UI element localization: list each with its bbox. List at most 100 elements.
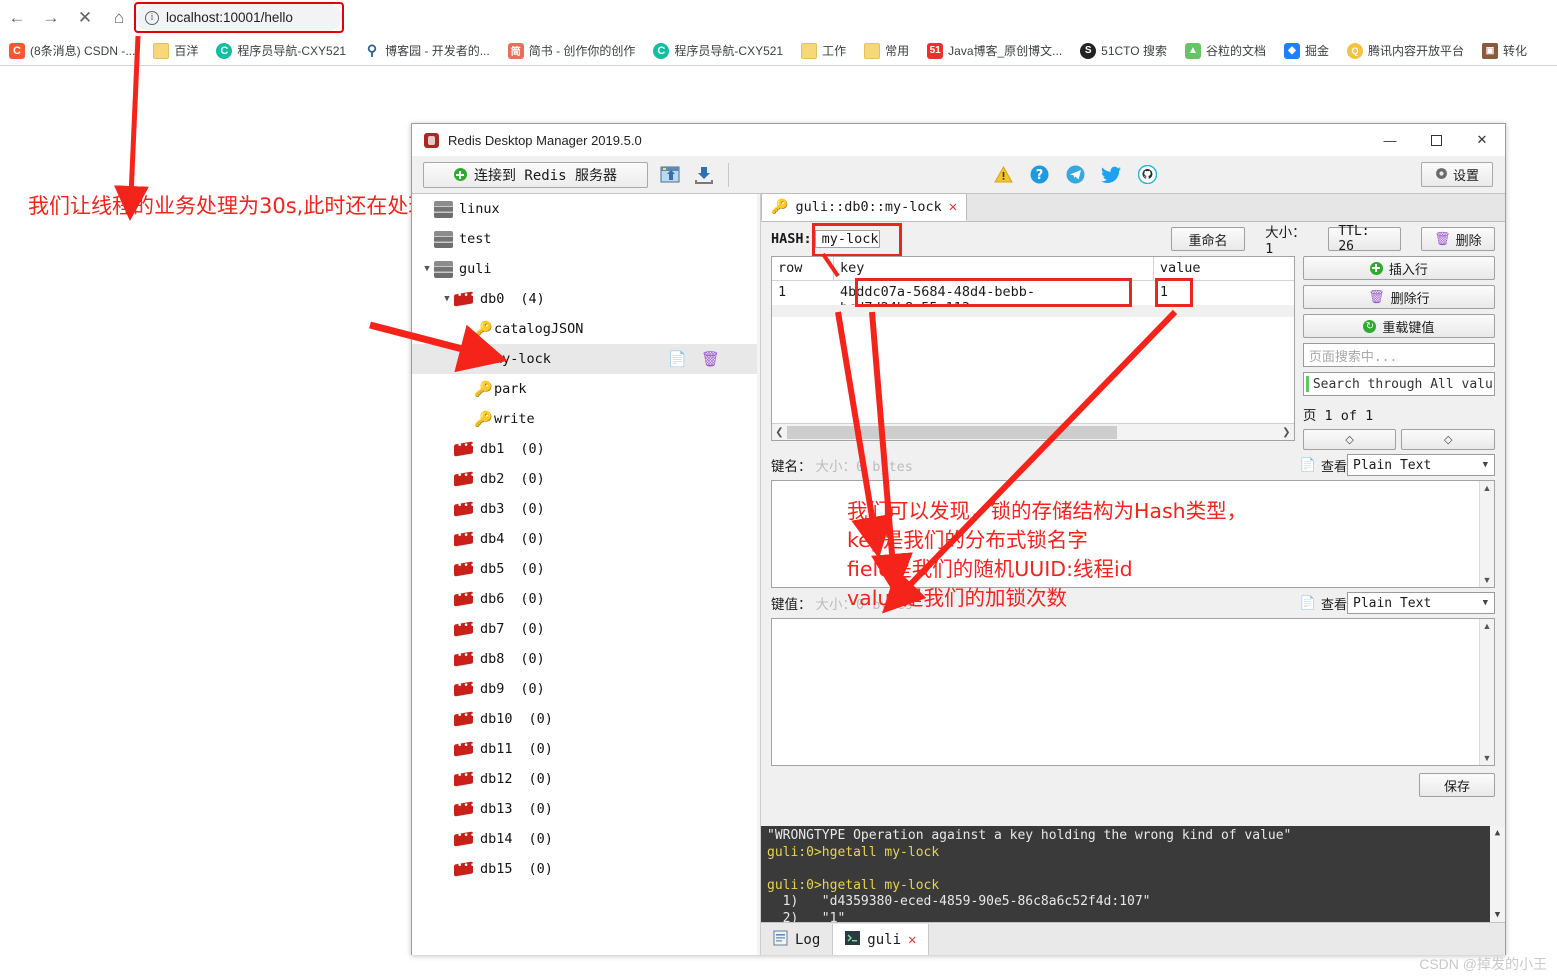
tree-node-db12[interactable]: db12(0) bbox=[412, 764, 760, 794]
github-icon[interactable] bbox=[1136, 164, 1158, 186]
tree-node-db2[interactable]: db2(0) bbox=[412, 464, 760, 494]
tree-node-db3[interactable]: db3(0) bbox=[412, 494, 760, 524]
tree-node-db1[interactable]: db1(0) bbox=[412, 434, 760, 464]
bookmark-item[interactable]: 简简书 - 创作你的创作 bbox=[499, 35, 645, 66]
terminal-icon bbox=[845, 931, 860, 949]
pager-prev-button[interactable]: ◇ bbox=[1303, 429, 1397, 450]
address-bar[interactable]: i localhost:10001/hello bbox=[136, 4, 342, 31]
insert-row-button[interactable]: 插入行 bbox=[1303, 256, 1495, 280]
tree-node-count: (0) bbox=[520, 621, 544, 637]
console-scrollbar[interactable]: ▲▼ bbox=[1490, 826, 1505, 922]
connection-tree-pane[interactable]: linuxtest▼guli▼db0(4)🔑catalogJSON🔑my-loc… bbox=[412, 194, 761, 955]
telegram-icon[interactable] bbox=[1064, 164, 1086, 186]
keyvalue-textarea[interactable]: ▲▼ bbox=[771, 618, 1495, 766]
bookmark-item[interactable]: S51CTO 搜索 bbox=[1071, 35, 1176, 66]
bookmark-item[interactable]: C程序员导航-CXY521 bbox=[644, 35, 792, 66]
tree-node-db4[interactable]: db4(0) bbox=[412, 524, 760, 554]
tree-node-db14[interactable]: db14(0) bbox=[412, 824, 760, 854]
tree-node-linux[interactable]: linux bbox=[412, 194, 760, 224]
scroll-left-icon[interactable]: ❮ bbox=[772, 427, 787, 438]
tree-node-guli[interactable]: ▼guli bbox=[412, 254, 760, 284]
bookmark-item[interactable]: ◆掘金 bbox=[1275, 35, 1338, 66]
keyname-scrollbar[interactable]: ▲▼ bbox=[1479, 481, 1494, 587]
export-connections-icon[interactable] bbox=[692, 163, 716, 187]
edit-key-icon[interactable]: 📄 bbox=[668, 350, 687, 368]
tree-node-db8[interactable]: db8(0) bbox=[412, 644, 760, 674]
scroll-down-icon[interactable]: ▼ bbox=[1483, 751, 1492, 765]
bookmark-item[interactable]: Q腾讯内容开放平台 bbox=[1338, 35, 1473, 66]
search-all-values-input[interactable]: Search through All valu bbox=[1303, 372, 1495, 396]
bookmark-item[interactable]: 工作 bbox=[792, 35, 855, 66]
tree-node-catalogJSON[interactable]: 🔑catalogJSON bbox=[412, 314, 760, 344]
scroll-up-icon[interactable]: ▲ bbox=[1483, 481, 1492, 495]
keyname-format-select[interactable]: Plain Text ▼ bbox=[1347, 454, 1495, 476]
tree-node-db11[interactable]: db11(0) bbox=[412, 734, 760, 764]
delete-key-icon[interactable]: 🗑 bbox=[701, 350, 720, 368]
save-button[interactable]: 保存 bbox=[1419, 773, 1495, 797]
close-icon[interactable]: ✕ bbox=[949, 199, 957, 215]
delete-key-button[interactable]: 🗑 删除 bbox=[1421, 227, 1495, 251]
tree-node-label: test bbox=[459, 231, 492, 247]
reload-value-button[interactable]: ↻ 重载键值 bbox=[1303, 314, 1495, 338]
bookmark-item[interactable]: ▣转化 bbox=[1473, 35, 1536, 66]
tree-node-write[interactable]: 🔑write bbox=[412, 404, 760, 434]
bookmark-item[interactable]: 51Java博客_原创博文... bbox=[918, 35, 1071, 66]
scroll-down-icon[interactable]: ▼ bbox=[1483, 573, 1492, 587]
tree-node-db5[interactable]: db5(0) bbox=[412, 554, 760, 584]
home-icon[interactable]: ⌂ bbox=[102, 1, 136, 35]
close-button[interactable]: ✕ bbox=[1459, 124, 1505, 156]
table-horizontal-scrollbar[interactable]: ❮ ❯ bbox=[772, 423, 1294, 440]
tree-scrollbar[interactable] bbox=[757, 194, 760, 955]
connect-to-redis-server-button[interactable]: 连接到 Redis 服务器 bbox=[423, 162, 648, 188]
forward-icon[interactable]: → bbox=[34, 1, 68, 35]
tree-node-db13[interactable]: db13(0) bbox=[412, 794, 760, 824]
settings-button[interactable]: 设置 bbox=[1421, 162, 1493, 187]
import-connections-icon[interactable] bbox=[658, 163, 682, 187]
stop-icon[interactable]: ✕ bbox=[68, 1, 102, 35]
bookmark-item[interactable]: ⚲博客园 - 开发者的... bbox=[355, 35, 499, 66]
tree-node-db6[interactable]: db6(0) bbox=[412, 584, 760, 614]
chevron-down-icon[interactable]: ▼ bbox=[440, 294, 454, 304]
minimize-button[interactable]: — bbox=[1367, 124, 1413, 156]
tree-node-test[interactable]: test bbox=[412, 224, 760, 254]
keyvalue-scrollbar[interactable]: ▲▼ bbox=[1479, 619, 1494, 765]
bookmark-item[interactable]: C(8条消息) CSDN -... bbox=[0, 35, 144, 66]
pager-next-button[interactable]: ◇ bbox=[1401, 429, 1495, 450]
scroll-down-icon[interactable]: ▼ bbox=[1495, 908, 1500, 922]
bookmark-item[interactable]: C程序员导航-CXY521 bbox=[207, 35, 355, 66]
scroll-up-icon[interactable]: ▲ bbox=[1495, 826, 1500, 840]
help-icon[interactable]: ? bbox=[1028, 164, 1050, 186]
column-header-value[interactable]: value bbox=[1154, 257, 1294, 280]
bookmark-item[interactable]: ▲谷粒的文档 bbox=[1176, 35, 1275, 66]
page-search-input[interactable]: 页面搜索中... bbox=[1303, 343, 1495, 367]
tree-node-db15[interactable]: db15(0) bbox=[412, 854, 760, 884]
tree-node-park[interactable]: 🔑park bbox=[412, 374, 760, 404]
scroll-right-icon[interactable]: ❯ bbox=[1279, 427, 1294, 438]
back-icon[interactable]: ← bbox=[0, 1, 34, 35]
bookmark-item[interactable]: 常用 bbox=[855, 35, 918, 66]
tree-node-db7[interactable]: db7(0) bbox=[412, 614, 760, 644]
scroll-up-icon[interactable]: ▲ bbox=[1483, 619, 1492, 633]
close-icon[interactable]: ✕ bbox=[908, 932, 916, 948]
tree-node-my-lock[interactable]: 🔑my-lock📄🗑 bbox=[412, 344, 760, 374]
bottom-tab-log[interactable]: Log bbox=[761, 924, 833, 955]
tree-node-db9[interactable]: db9(0) bbox=[412, 674, 760, 704]
twitter-icon[interactable] bbox=[1100, 164, 1122, 186]
bottom-tab-guli[interactable]: guli✕ bbox=[833, 924, 929, 955]
column-header-key[interactable]: key bbox=[834, 257, 1154, 280]
ttl-button[interactable]: TTL: 26 bbox=[1328, 227, 1400, 251]
column-header-row[interactable]: row bbox=[772, 257, 834, 280]
warning-icon[interactable] bbox=[992, 164, 1014, 186]
site-info-icon[interactable]: i bbox=[145, 11, 159, 25]
delete-row-button[interactable]: 🗑 删除行 bbox=[1303, 285, 1495, 309]
bookmark-item[interactable]: 百洋 bbox=[144, 35, 207, 66]
tree-node-db0[interactable]: ▼db0(4) bbox=[412, 284, 760, 314]
redis-console[interactable]: "WRONGTYPE Operation against a key holdi… bbox=[761, 826, 1505, 922]
rename-button[interactable]: 重命名 bbox=[1171, 227, 1245, 251]
tree-node-db10[interactable]: db10(0) bbox=[412, 704, 760, 734]
scrollbar-thumb[interactable] bbox=[787, 426, 1117, 439]
keyvalue-format-select[interactable]: Plain Text ▼ bbox=[1347, 592, 1495, 614]
tab-key-my-lock[interactable]: 🔑 guli::db0::my-lock ✕ bbox=[761, 193, 967, 221]
chevron-down-icon[interactable]: ▼ bbox=[420, 264, 434, 274]
maximize-button[interactable] bbox=[1413, 124, 1459, 156]
